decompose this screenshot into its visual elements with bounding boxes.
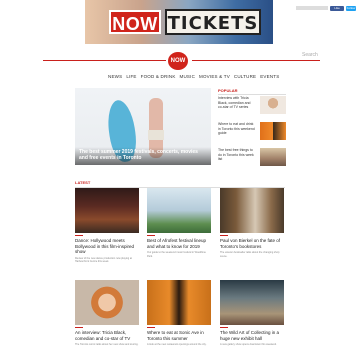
nav-item-life[interactable]: LIFE (126, 74, 136, 79)
tickets-banner-ad[interactable]: NOW TICKETS (85, 0, 273, 44)
category-marker (220, 235, 228, 236)
nav-item-movies-tv[interactable]: MOVIES & TV (199, 74, 230, 79)
article-description: The Toronto comic talks about her new sh… (75, 343, 139, 346)
popular-item-thumbnail[interactable] (260, 122, 286, 140)
hero-shorts-image (148, 130, 164, 140)
article-title[interactable]: Best of Afrofest festival lineup and wha… (147, 238, 211, 249)
popular-item-text[interactable]: Where to eat and drink in Toronto this w… (218, 122, 256, 136)
main-nav: NEWS LIFE FOOD & DRINK MUSIC MOVIES & TV… (108, 74, 279, 79)
article-image[interactable] (147, 188, 211, 233)
article-title[interactable]: Where to eat at Sonic Ave in Toronto thi… (147, 330, 211, 341)
popular-heading: POPULAR (218, 88, 286, 95)
nav-item-events[interactable]: EVENTS (260, 74, 279, 79)
article-image[interactable] (220, 280, 284, 325)
category-marker (75, 327, 83, 328)
facebook-like-button[interactable]: Like (330, 5, 344, 11)
article-description: A new gallery show opens downtown this w… (220, 343, 277, 346)
article-description: A look at the new restaurant openings ar… (147, 343, 207, 346)
article-title[interactable]: Paul von Bierkel on the fate of Toronto'… (220, 238, 284, 249)
popular-item-thumbnail[interactable] (260, 96, 286, 114)
article-description: Our guide to the weekend music festival … (147, 251, 206, 258)
twitter-follow-button[interactable]: Follow (346, 5, 356, 11)
social-buttons: Like Follow (296, 5, 356, 11)
hero-caption[interactable]: The best summer 2019 festivals, concerts… (79, 149, 207, 161)
popular-item[interactable]: The best free things to do in Toronto th… (218, 148, 286, 170)
search-input[interactable]: Search (302, 52, 318, 58)
article-card[interactable]: Paul von Bierkel on the fate of Toronto'… (220, 188, 284, 258)
nav-item-news[interactable]: NEWS (108, 74, 122, 79)
banner-tickets-text: TICKETS (165, 9, 261, 35)
latest-heading: LATEST (75, 180, 285, 188)
popular-item[interactable]: Interview with Tricia Black, comedian an… (218, 96, 286, 118)
article-description: Review of the new dance production now p… (75, 256, 132, 264)
article-card[interactable]: An interview: Tricia Black, comedian and… (75, 280, 139, 347)
article-image[interactable] (147, 280, 211, 325)
popular-item[interactable]: Where to eat and drink in Toronto this w… (218, 122, 286, 144)
nav-item-culture[interactable]: CULTURE (234, 74, 256, 79)
nav-item-food-drink[interactable]: FOOD & DRINK (141, 74, 176, 79)
popular-item-thumbnail[interactable] (260, 148, 286, 166)
article-card[interactable]: The Wild Art of Collecting in a huge new… (220, 280, 284, 347)
popular-item-text[interactable]: Interview with Tricia Black, comedian an… (218, 96, 256, 110)
header-rule-right (192, 60, 320, 61)
popular-item-text[interactable]: The best free things to do in Toronto th… (218, 148, 256, 162)
article-image[interactable] (75, 280, 139, 325)
category-marker (147, 235, 155, 236)
article-image[interactable] (220, 188, 284, 233)
category-marker (220, 327, 228, 328)
article-card[interactable]: Where to eat at Sonic Ave in Toronto thi… (147, 280, 211, 347)
site-logo[interactable]: NOW (168, 52, 188, 70)
follow-text-placeholder (296, 6, 328, 10)
popular-sidebar: POPULAR (218, 88, 286, 95)
nav-item-music[interactable]: MUSIC (180, 74, 196, 79)
banner-now-logo: NOW (109, 10, 161, 34)
article-title[interactable]: An interview: Tricia Black, comedian and… (75, 330, 139, 341)
article-description: The veteran bookseller talks about the c… (220, 251, 280, 258)
article-image[interactable] (75, 188, 139, 233)
article-title[interactable]: Dance: Hollywood meets Bollywood in this… (75, 238, 139, 255)
article-title[interactable]: The Wild Art of Collecting in a huge new… (220, 330, 284, 341)
category-marker (75, 235, 83, 236)
category-marker (147, 327, 155, 328)
header-rule-left (43, 60, 166, 61)
article-card[interactable]: Dance: Hollywood meets Bollywood in this… (75, 188, 139, 264)
article-card[interactable]: Best of Afrofest festival lineup and wha… (147, 188, 211, 258)
hero-feature[interactable]: The best summer 2019 festivals, concerts… (75, 88, 211, 165)
